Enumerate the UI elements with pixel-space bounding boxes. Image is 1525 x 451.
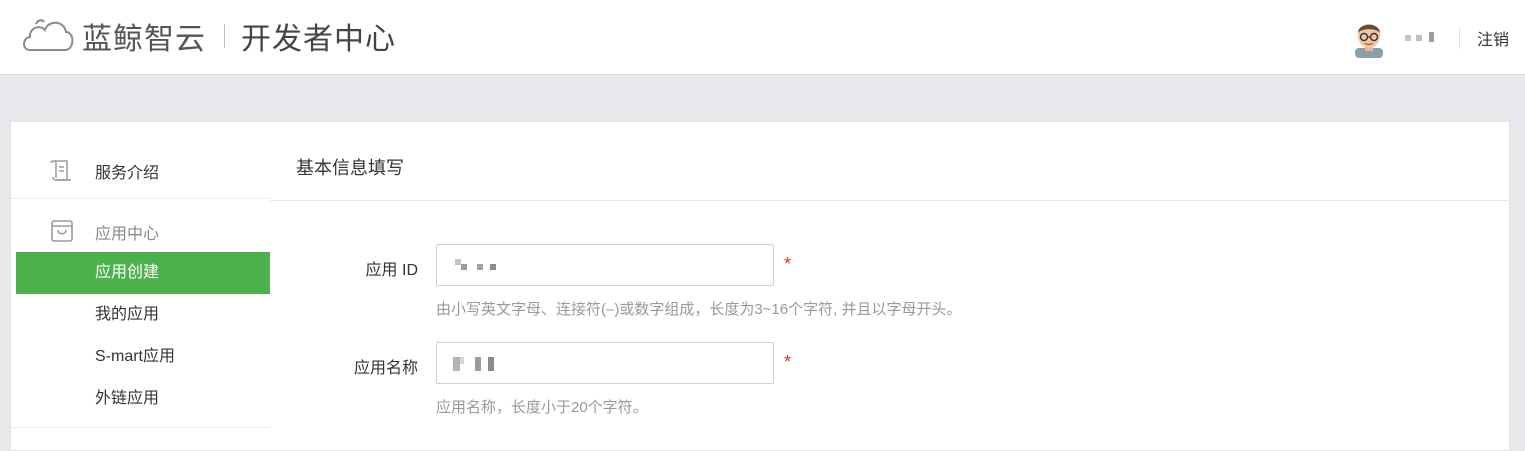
section-title: 基本信息填写 — [296, 158, 404, 178]
app-id-hint: 由小写英文字母、连接符(–)或数字组成，长度为3~16个字符, 并且以字母开头。 — [436, 301, 962, 318]
app-name-hint: 应用名称，长度小于20个字符。 — [436, 399, 648, 416]
sidebar: 服务介绍 应用中心 应用创建 我的应用 S-mart应用 外链应用 — [10, 121, 271, 451]
main-panel: 基本信息填写 应用 ID * 由小写英文字母、连接符(–)或数字组成，长度为3~… — [270, 121, 1510, 451]
sidebar-divider — [11, 198, 271, 199]
required-mark: * — [784, 352, 792, 372]
app-name-input[interactable] — [436, 342, 774, 384]
sidebar-item-smart-apps[interactable]: S-mart应用 — [16, 336, 270, 378]
user-avatar-icon[interactable] — [1349, 18, 1389, 58]
sidebar-item-service-intro[interactable]: 服务介绍 — [11, 142, 271, 198]
user-area: 注销 — [1349, 0, 1525, 75]
sidebar-divider — [11, 427, 271, 428]
top-header: 蓝鲸智云 开发者中心 注销 — [0, 0, 1525, 75]
app-id-input[interactable] — [436, 244, 774, 286]
user-divider — [1458, 26, 1460, 49]
document-icon — [50, 160, 71, 181]
sidebar-item-my-apps[interactable]: 我的应用 — [16, 294, 270, 336]
sidebar-item-external-apps[interactable]: 外链应用 — [16, 378, 270, 420]
sidebar-group-title: 应用中心 — [95, 226, 160, 243]
required-mark: * — [784, 254, 792, 274]
sidebar-item-app-create[interactable]: 应用创建 — [16, 252, 270, 294]
brand-logo[interactable]: 蓝鲸智云 开发者中心 — [20, 14, 396, 58]
sidebar-item-label: 服务介绍 — [95, 165, 160, 182]
app-id-label: 应用 ID — [365, 262, 418, 279]
brand-divider — [224, 24, 225, 48]
app-box-icon — [51, 220, 73, 242]
brand-subtitle: 开发者中心 — [241, 22, 396, 57]
logout-link[interactable]: 注销 — [1477, 26, 1509, 50]
brand-name: 蓝鲸智云 — [82, 22, 206, 57]
username-redacted — [1404, 31, 1439, 44]
app-name-label: 应用名称 — [353, 360, 418, 377]
section-divider — [270, 200, 1509, 201]
cloud-logo-icon — [23, 19, 74, 51]
